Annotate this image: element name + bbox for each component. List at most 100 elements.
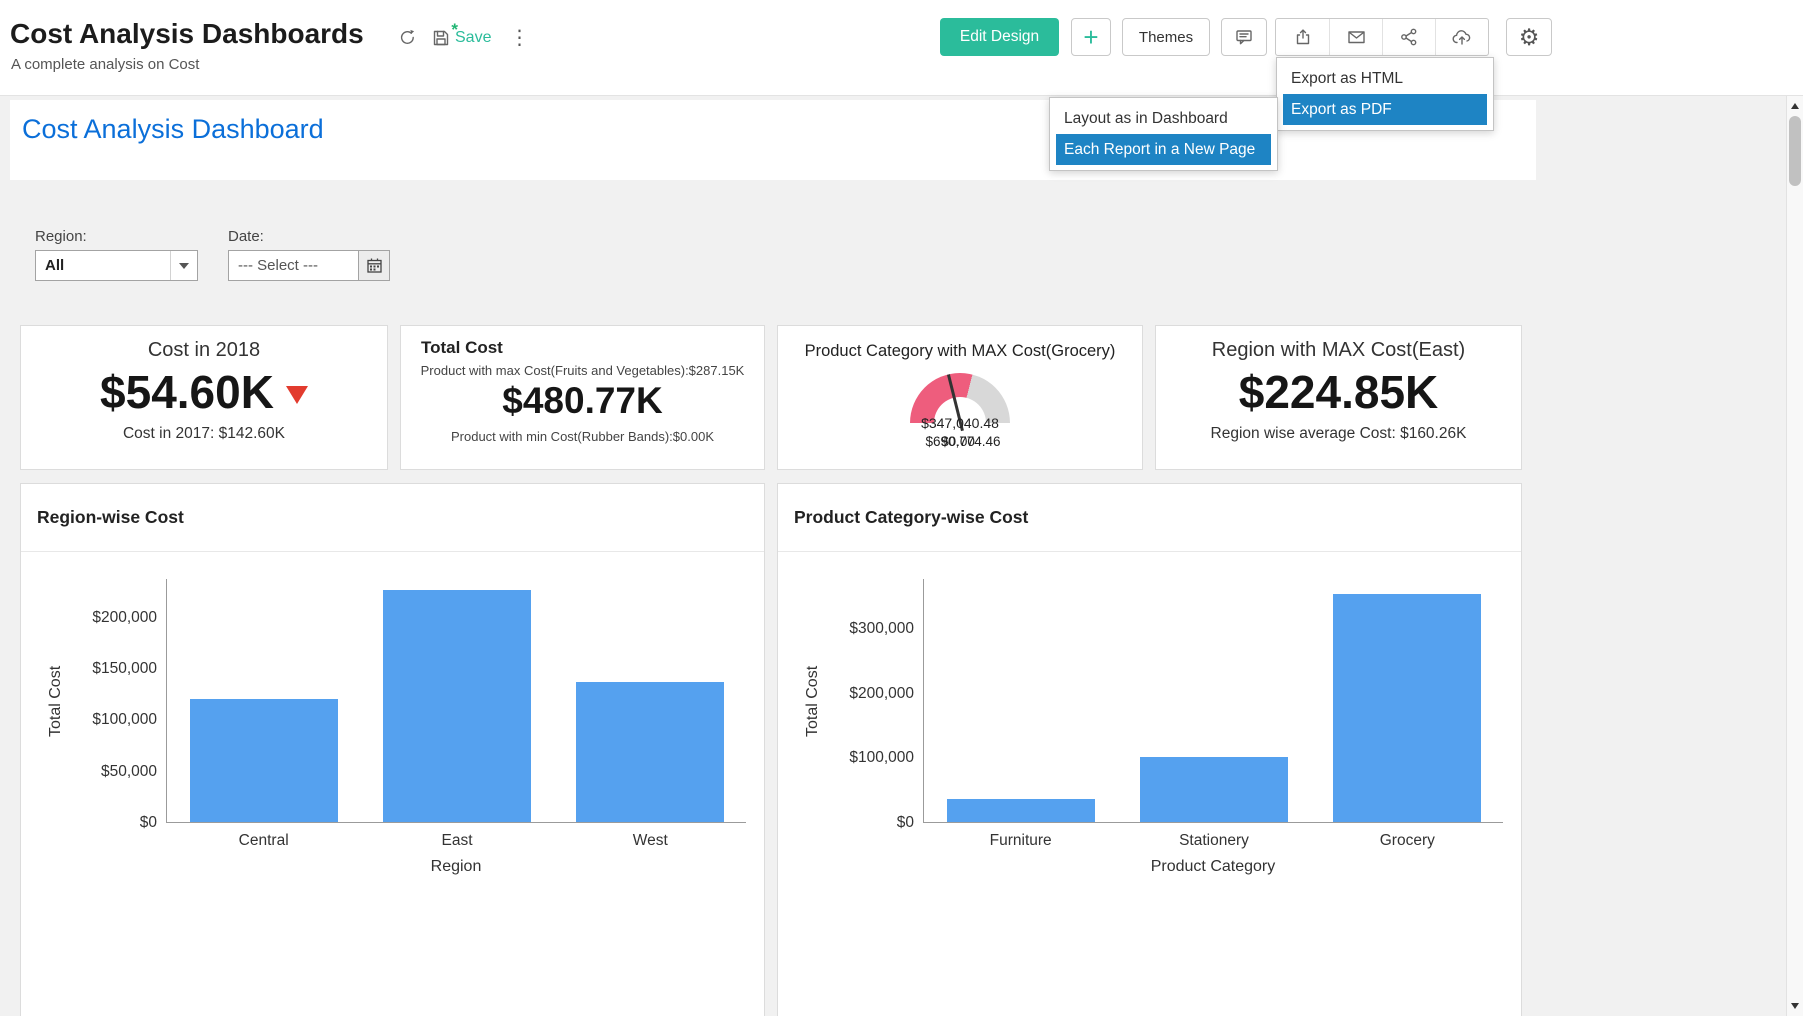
bar-grocery[interactable] <box>1333 594 1481 822</box>
y-axis-tick-label: $100,000 <box>92 711 157 729</box>
kpi-min-note: Product with min Cost(Rubber Bands):$0.0… <box>401 429 764 444</box>
kpi-footer: Cost in 2017: $142.60K <box>21 425 387 443</box>
kpi-title: Cost in 2018 <box>21 339 387 362</box>
themes-button[interactable]: Themes <box>1122 18 1210 56</box>
date-picker-button[interactable] <box>358 251 389 280</box>
chart-panel-region-wise-cost: Region-wise Cost Total Cost $0$50,000$10… <box>20 483 765 1016</box>
y-axis-label: Total Cost <box>45 579 67 823</box>
x-axis-category-label: Stationery <box>1117 832 1310 850</box>
x-axis-category-label: West <box>554 832 747 850</box>
settings-button[interactable]: ⚙ <box>1506 18 1552 56</box>
gauge-value-label: $347,040.48 <box>921 415 999 431</box>
x-axis-category-label: Central <box>167 832 360 850</box>
refresh-icon <box>398 28 417 47</box>
page-title: Cost Analysis Dashboards <box>10 18 364 50</box>
calendar-icon <box>366 257 383 274</box>
region-filter-label: Region: <box>35 228 87 245</box>
save-button[interactable]: * Save <box>432 29 491 47</box>
edit-design-button[interactable]: Edit Design <box>940 18 1059 56</box>
bar-west[interactable] <box>576 682 724 822</box>
region-filter-select[interactable]: All <box>35 250 198 281</box>
dashboard-canvas: Cost Analysis Dashboard Region: All Date… <box>0 96 1786 1016</box>
x-axis-category-label: Furniture <box>924 832 1117 850</box>
gauge-chart: $347,040.48 $0.00 $690,774.46 <box>910 373 1010 423</box>
kpi-value: $224.85K <box>1239 365 1439 419</box>
kpi-title: Total Cost <box>421 338 764 358</box>
x-axis-label: Product Category <box>923 858 1503 876</box>
export-menu: Export as HTML Export as PDF <box>1276 57 1494 131</box>
scroll-up-button[interactable] <box>1787 98 1803 114</box>
bar-central[interactable] <box>190 699 338 822</box>
kpi-card-cost-2018: Cost in 2018 $54.60K Cost in 2017: $142.… <box>20 325 388 470</box>
bar-chart-plot: $0$100,000$200,000$300,000FurnitureStati… <box>923 579 1503 823</box>
x-axis-category-label: East <box>360 832 553 850</box>
export-share-toolbar <box>1275 18 1489 56</box>
more-options-icon[interactable]: ⋮ <box>506 25 532 50</box>
share-icon <box>1399 27 1419 47</box>
menu-item-each-report-new-page[interactable]: Each Report in a New Page <box>1056 134 1271 165</box>
cloud-upload-icon <box>1451 27 1473 47</box>
kpi-value: $480.77K <box>401 380 764 422</box>
date-filter-label: Date: <box>228 228 264 245</box>
menu-item-export-html[interactable]: Export as HTML <box>1283 63 1487 94</box>
chart-title: Region-wise Cost <box>21 484 764 552</box>
kpi-title: Region with MAX Cost(East) <box>1156 339 1521 362</box>
trend-down-icon <box>286 386 308 404</box>
email-button[interactable] <box>1329 19 1382 55</box>
y-axis-tick-label: $0 <box>140 814 157 832</box>
comment-icon <box>1234 27 1254 47</box>
export-button[interactable] <box>1276 19 1329 55</box>
gauge-max-label: $690,774.46 <box>925 434 1000 449</box>
kpi-title: Product Category with MAX Cost(Grocery) <box>778 342 1142 361</box>
publish-button[interactable] <box>1435 19 1488 55</box>
kpi-max-note: Product with max Cost(Fruits and Vegetab… <box>401 363 764 378</box>
bar-furniture[interactable] <box>947 799 1095 822</box>
vertical-scrollbar[interactable] <box>1786 96 1803 1016</box>
triangle-down-icon <box>1791 1003 1799 1009</box>
y-axis-tick-label: $150,000 <box>92 660 157 678</box>
bar-stationery[interactable] <box>1140 757 1288 822</box>
unsaved-indicator-icon: * <box>451 20 458 40</box>
scroll-down-button[interactable] <box>1787 998 1803 1014</box>
menu-item-layout-as-in-dashboard[interactable]: Layout as in Dashboard <box>1056 103 1271 134</box>
y-axis-tick-label: $200,000 <box>849 685 914 703</box>
y-axis-tick-label: $0 <box>897 814 914 832</box>
chart-title: Product Category-wise Cost <box>778 484 1521 552</box>
share-button[interactable] <box>1382 19 1435 55</box>
menu-item-export-pdf[interactable]: Export as PDF <box>1283 94 1487 125</box>
region-filter-value: All <box>36 257 170 274</box>
add-button[interactable]: + <box>1071 18 1111 56</box>
kpi-card-total-cost: Total Cost Product with max Cost(Fruits … <box>400 325 765 470</box>
dashboard-title: Cost Analysis Dashboard <box>22 114 324 145</box>
app-window: Cost Analysis Dashboards A complete anal… <box>0 0 1803 1016</box>
y-axis-tick-label: $200,000 <box>92 609 157 627</box>
header-bar: Cost Analysis Dashboards A complete anal… <box>0 0 1803 96</box>
chart-panel-category-wise-cost: Product Category-wise Cost Total Cost $0… <box>777 483 1522 1016</box>
export-icon <box>1293 27 1313 47</box>
y-axis-label: Total Cost <box>802 579 824 823</box>
chevron-down-icon <box>179 263 189 269</box>
region-filter-caret <box>170 251 197 280</box>
page-subtitle: A complete analysis on Cost <box>11 56 199 73</box>
kpi-value: $54.60K <box>100 365 274 419</box>
date-filter-value: --- Select --- <box>229 257 358 274</box>
bar-east[interactable] <box>383 590 531 822</box>
comment-button[interactable] <box>1221 18 1267 56</box>
gear-icon: ⚙ <box>1519 24 1540 51</box>
pdf-export-submenu: Layout as in Dashboard Each Report in a … <box>1049 97 1278 171</box>
kpi-card-region-max-cost: Region with MAX Cost(East) $224.85K Regi… <box>1155 325 1522 470</box>
save-label: Save <box>455 29 491 47</box>
x-axis-category-label: Grocery <box>1311 832 1504 850</box>
kpi-footer: Region wise average Cost: $160.26K <box>1156 425 1521 443</box>
bar-chart-plot: $0$50,000$100,000$150,000$200,000Central… <box>166 579 746 823</box>
kpi-card-category-max-cost: Product Category with MAX Cost(Grocery) … <box>777 325 1143 470</box>
email-icon <box>1346 27 1367 47</box>
save-icon: * <box>432 29 450 47</box>
date-filter-input[interactable]: --- Select --- <box>228 250 390 281</box>
refresh-button[interactable] <box>398 28 417 47</box>
scrollbar-thumb[interactable] <box>1789 116 1801 186</box>
triangle-up-icon <box>1791 103 1799 109</box>
y-axis-tick-label: $300,000 <box>849 620 914 638</box>
x-axis-label: Region <box>166 858 746 876</box>
header-quick-actions: * Save ⋮ <box>398 25 532 50</box>
